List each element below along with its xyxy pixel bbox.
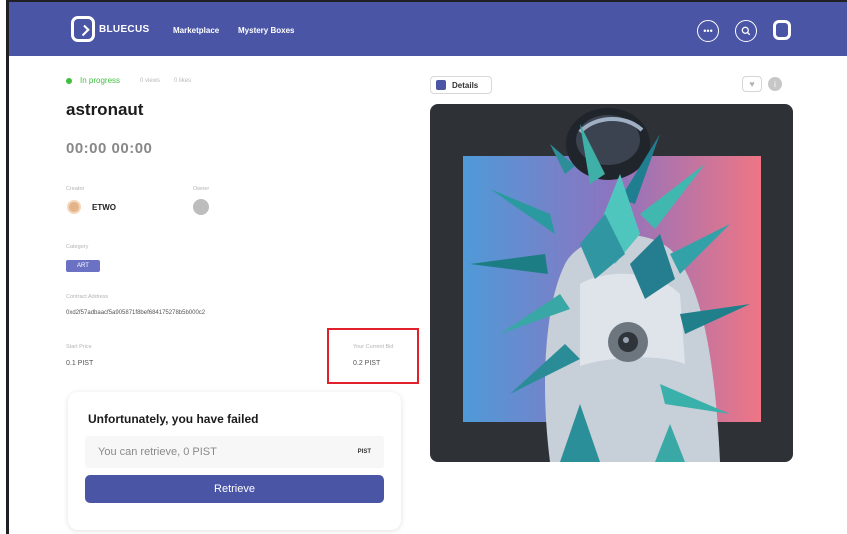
more-icon[interactable]: ••• xyxy=(697,20,719,42)
auction-status: In progress 0 views 0 likes xyxy=(66,76,191,85)
top-header: BLUECUS Marketplace Mystery Boxes ••• xyxy=(9,2,847,56)
currency-unit: PIST xyxy=(357,449,371,455)
contract-address: 0xd2f57adbaacf5a905871f8bef684175278b5b0… xyxy=(66,310,206,316)
contract-label: Contract Address xyxy=(66,294,109,300)
brand-logo[interactable]: BLUECUS xyxy=(71,16,149,42)
result-card: Unfortunately, you have failed You can r… xyxy=(68,392,401,530)
heart-icon[interactable]: ♥ xyxy=(742,76,762,92)
retrieve-button[interactable]: Retrieve xyxy=(85,475,384,503)
details-button[interactable]: Details xyxy=(430,76,492,94)
nav-marketplace[interactable]: Marketplace xyxy=(173,26,219,35)
highlight-box xyxy=(327,328,419,384)
search-icon[interactable] xyxy=(735,20,757,42)
owner-label: Owner xyxy=(193,186,210,192)
views-count: 0 views xyxy=(140,77,161,84)
likes-count: 0 likes xyxy=(174,77,192,84)
category-badge: ART xyxy=(66,260,100,272)
countdown-timer: 00:00 00:00 xyxy=(66,140,153,157)
brand-logo-icon xyxy=(71,16,95,42)
retrieve-amount-text: You can retrieve, 0 PIST xyxy=(98,446,217,458)
owner-avatar[interactable] xyxy=(193,199,209,215)
start-price-label: Start Price xyxy=(66,344,92,350)
status-text: In progress xyxy=(80,76,121,85)
details-label: Details xyxy=(452,80,479,90)
retrieve-amount-field[interactable]: You can retrieve, 0 PIST PIST xyxy=(85,436,384,468)
creator-name[interactable]: ETWO xyxy=(92,203,116,212)
item-title: astronaut xyxy=(66,100,144,119)
nft-artwork[interactable] xyxy=(430,104,793,462)
result-title: Unfortunately, you have failed xyxy=(88,412,259,426)
creator-avatar[interactable] xyxy=(67,200,81,214)
nav-mystery-boxes[interactable]: Mystery Boxes xyxy=(238,26,294,35)
frame-border xyxy=(6,0,9,534)
info-icon[interactable]: i xyxy=(768,77,782,91)
start-price-value: 0.1 PIST xyxy=(66,360,94,367)
creator-label: Creator xyxy=(66,186,85,192)
brand-icon[interactable] xyxy=(773,20,791,40)
brand-name: BLUECUS xyxy=(99,23,150,35)
astronaut-figure xyxy=(470,108,750,462)
page-frame: BLUECUS Marketplace Mystery Boxes ••• In… xyxy=(0,0,847,534)
status-dot-icon xyxy=(66,77,72,84)
category-label: Category xyxy=(66,244,89,250)
details-icon xyxy=(436,80,446,90)
